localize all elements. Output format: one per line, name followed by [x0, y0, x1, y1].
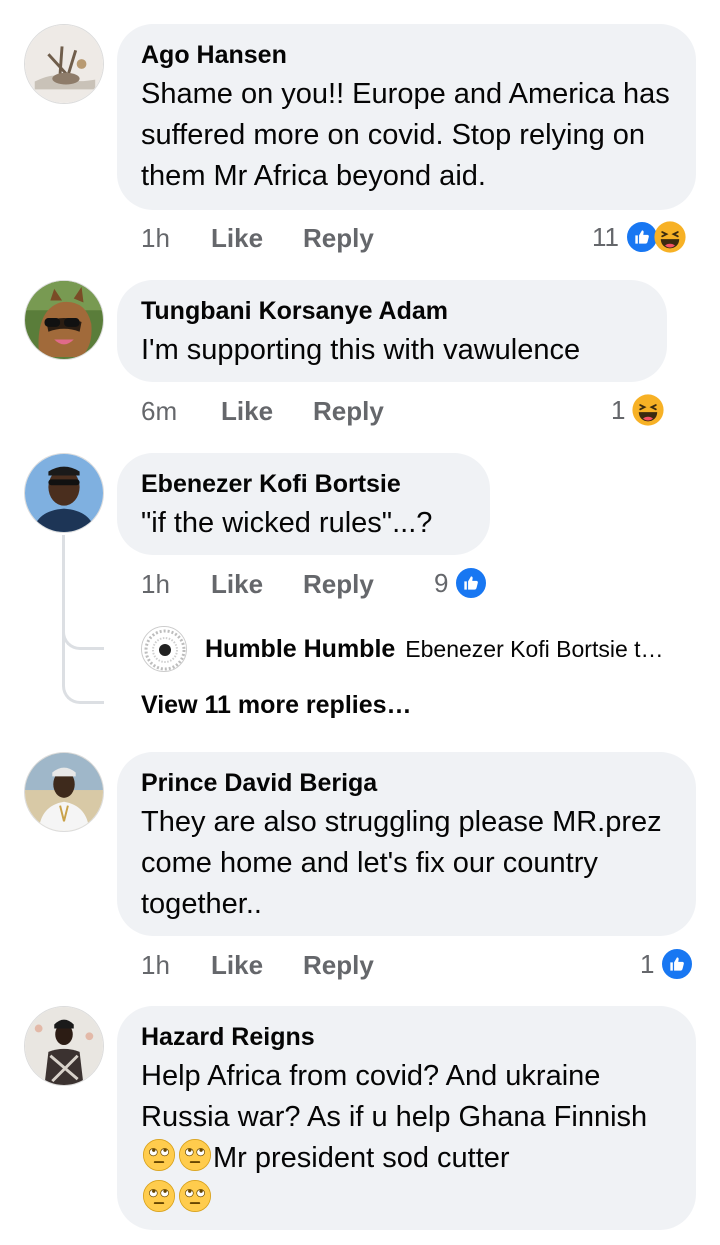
haha-icon: [653, 220, 687, 254]
reaction-summary[interactable]: 1: [611, 392, 665, 428]
like-icon: [454, 566, 489, 600]
reply-button[interactable]: Reply: [303, 569, 374, 600]
comment-bubble: Tungbani Korsanye Adam I'm supporting th…: [117, 280, 667, 382]
comment-text-part: Mr president sod cutter: [213, 1142, 510, 1174]
eye-roll-emoji: [142, 1179, 176, 1213]
comment-author[interactable]: Prince David Beriga: [141, 768, 672, 798]
comment-actions: 6m Like Reply: [141, 393, 384, 429]
comment-author[interactable]: Hazard Reigns: [141, 1022, 672, 1052]
eye-roll-emoji: [178, 1179, 212, 1213]
comment-text: "if the wicked rules"...?: [141, 507, 433, 539]
like-icon: [660, 947, 695, 981]
comment-timestamp[interactable]: 1h: [141, 950, 211, 981]
comment-bubble: Ebenezer Kofi Bortsie "if the wicked rul…: [117, 453, 490, 555]
comment-timestamp[interactable]: 1h: [141, 223, 211, 254]
comment-timestamp[interactable]: 1h: [141, 569, 211, 600]
comment-author[interactable]: Ebenezer Kofi Bortsie: [141, 469, 466, 499]
reaction-count: 9: [434, 567, 449, 598]
like-button[interactable]: Like: [211, 223, 303, 254]
avatar-image-icon: [25, 281, 103, 359]
like-button[interactable]: Like: [221, 396, 313, 427]
reply-snippet: Ebenezer Kofi Bortsie t…: [405, 635, 664, 662]
comment-actions: 1h Like Reply: [141, 947, 374, 983]
like-button[interactable]: Like: [211, 569, 303, 600]
reply-thread-branch: [62, 640, 104, 704]
avatar[interactable]: [24, 24, 104, 104]
avatar[interactable]: [141, 626, 187, 672]
reply-button[interactable]: Reply: [303, 223, 374, 254]
comment-bubble: Prince David Beriga They are also strugg…: [117, 752, 696, 936]
avatar-image-icon: [25, 454, 103, 532]
avatar[interactable]: [24, 453, 104, 533]
comment-text: They are also struggling please MR.prez …: [141, 806, 662, 920]
eye-roll-emoji: [178, 1138, 212, 1172]
reply-button[interactable]: Reply: [313, 396, 384, 427]
reaction-count: 1: [611, 394, 626, 425]
avatar[interactable]: [24, 280, 104, 360]
reaction-summary[interactable]: 11: [592, 219, 687, 255]
reaction-summary[interactable]: 9: [434, 565, 489, 601]
comment-text: I'm supporting this with vawulence: [141, 334, 581, 366]
reply-author[interactable]: Humble Humble: [205, 635, 395, 664]
eye-roll-emoji: [142, 1138, 176, 1172]
comment-bubble: Hazard Reigns Help Africa from covid? An…: [117, 1006, 696, 1230]
avatar[interactable]: [24, 1006, 104, 1086]
avatar-image-icon: [142, 627, 186, 671]
reply-preview[interactable]: Humble Humble Ebenezer Kofi Bortsie t…: [141, 626, 701, 672]
comment-bubble: Ago Hansen Shame on you!! Europe and Ame…: [117, 24, 696, 210]
avatar[interactable]: [24, 752, 104, 832]
comment-actions: 1h Like Reply: [141, 220, 374, 256]
reaction-summary[interactable]: 1: [640, 946, 695, 982]
reaction-count: 11: [592, 221, 619, 252]
comment-text: Help Africa from covid? And ukraine Russ…: [141, 1056, 672, 1220]
avatar-image-icon: [25, 1007, 103, 1085]
comment-author[interactable]: Ago Hansen: [141, 40, 672, 70]
reaction-count: 1: [640, 948, 655, 979]
reply-button[interactable]: Reply: [303, 950, 374, 981]
comment-text-part: Help Africa from covid? And ukraine Russ…: [141, 1060, 648, 1133]
avatar-image-icon: [25, 753, 103, 831]
comment-actions: 1h Like Reply: [141, 566, 374, 602]
like-button[interactable]: Like: [211, 950, 303, 981]
comment-text: Shame on you!! Europe and America has su…: [141, 78, 670, 192]
haha-icon: [631, 393, 665, 427]
avatar-image-icon: [25, 25, 103, 103]
view-more-replies-link[interactable]: View 11 more replies…: [141, 691, 412, 720]
comment-timestamp[interactable]: 6m: [141, 396, 221, 427]
comment-author[interactable]: Tungbani Korsanye Adam: [141, 296, 643, 326]
